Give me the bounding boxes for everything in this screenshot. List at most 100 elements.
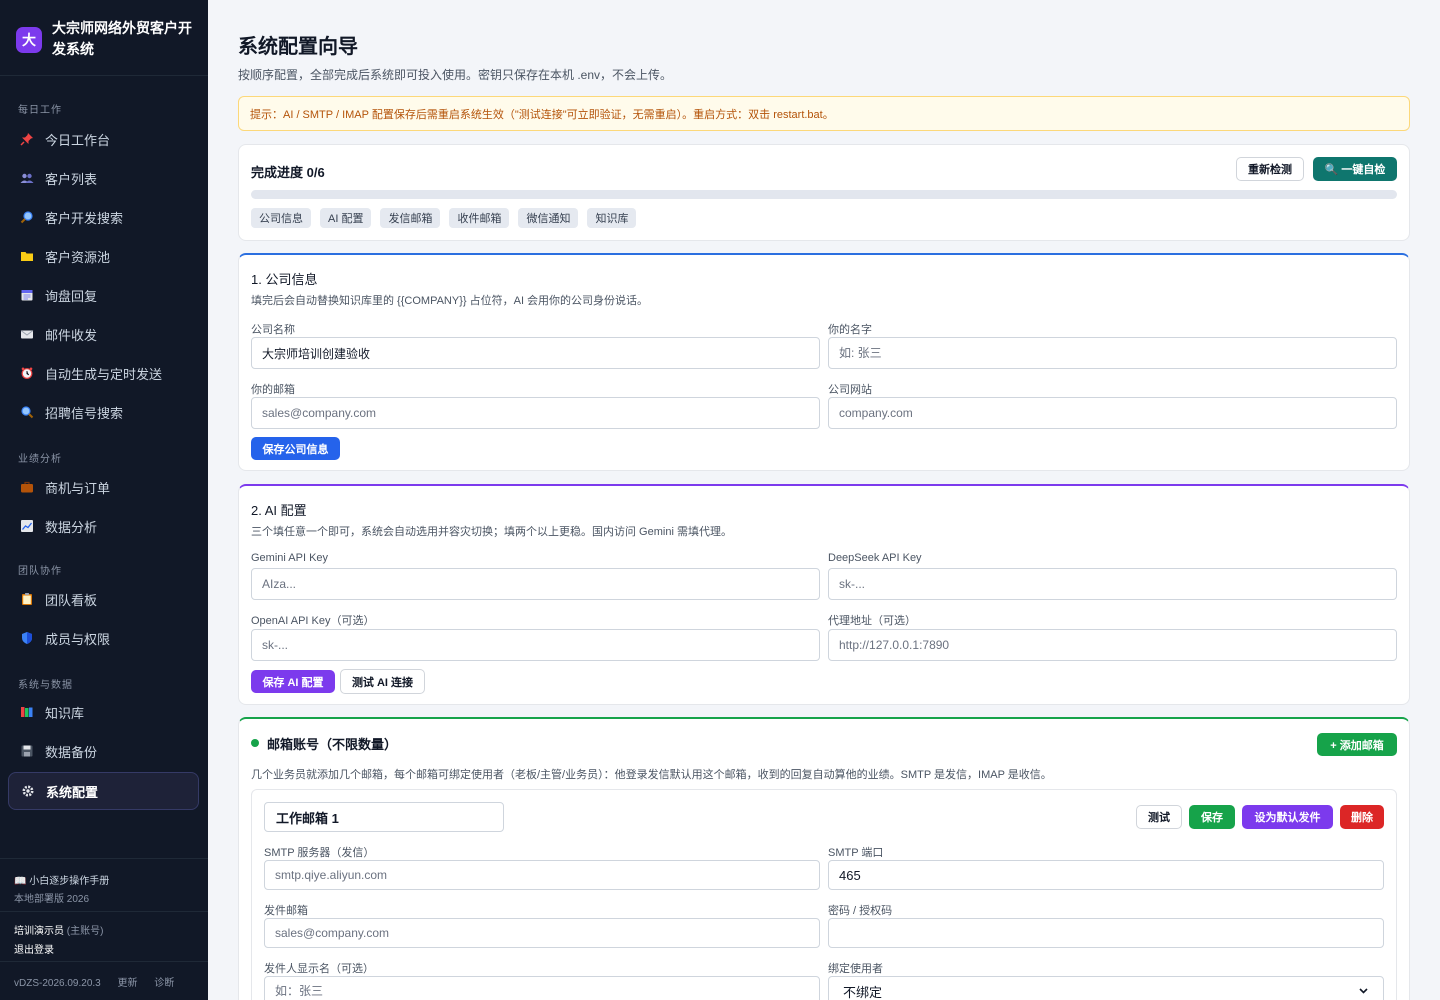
proxy-input[interactable] <box>828 629 1397 661</box>
sidebar-item-label: 团队看板 <box>45 592 98 608</box>
sidebar-item-analytics[interactable]: 数据分析 <box>8 508 199 544</box>
smtp-server-input[interactable] <box>264 860 820 890</box>
user-info: 培训演示员 (主账号) <box>14 922 194 937</box>
section-title: 2. AI 配置 <box>251 503 307 518</box>
main-content: 系统配置向导 按顺序配置，全部完成后系统即可投入使用。密钥只保存在本机 .env… <box>208 0 1440 1000</box>
step-chip-ai: AI 配置 <box>320 208 372 228</box>
sidebar-item-team-board[interactable]: 团队看板 <box>8 581 199 617</box>
progress-bar <box>251 190 1397 199</box>
your-name-label: 你的名字 <box>828 324 872 336</box>
user-role: (主账号) <box>66 926 104 937</box>
manual-link[interactable]: 📖 小白逐步操作手册 <box>14 872 194 887</box>
sidebar-item-label: 数据备份 <box>45 744 98 760</box>
from-email-label: 发件邮箱 <box>264 905 308 917</box>
section-description: 填完后会自动替换知识库里的 {{COMPANY}} 占位符，AI 会用你的公司身… <box>251 295 649 307</box>
version-label: vDZS-2026.09.20.3 <box>14 978 101 989</box>
sidebar-item-dashboard[interactable]: 今日工作台 <box>8 121 199 157</box>
brand: 大 大宗师网络外贸客户开发系统 <box>0 0 208 76</box>
sidebar-item-hiring-signals[interactable]: 招聘信号搜索 <box>8 394 199 430</box>
shield-icon <box>20 631 34 645</box>
sidebar-item-label: 数据分析 <box>45 519 98 535</box>
sidebar-manual-block: 📖 小白逐步操作手册 本地部署版 2026 <box>0 872 208 905</box>
save-ai-button[interactable]: 保存 AI 配置 <box>251 670 335 693</box>
sidebar-item-inquiry-reply[interactable]: 询盘回复 <box>8 277 199 313</box>
bind-user-select[interactable]: 不绑定 <box>828 976 1384 1000</box>
display-name-input[interactable] <box>264 976 820 1000</box>
sidebar-item-settings[interactable]: 系统配置 <box>8 772 199 810</box>
section-description: 几个业务员就添加几个邮箱，每个邮箱可绑定使用者（老板/主管/业务员）：他登录发信… <box>251 769 1052 781</box>
chevron-down-icon <box>1358 984 1369 999</box>
self-check-button[interactable]: 🔍 一键自检 <box>1313 157 1397 181</box>
calendar-icon <box>20 288 34 302</box>
recheck-button[interactable]: 重新检测 <box>1236 157 1304 181</box>
app-title: 大宗师网络外贸客户开发系统 <box>52 20 192 57</box>
sidebar-item-auto-send[interactable]: 自动生成与定时发送 <box>8 355 199 391</box>
test-ai-button[interactable]: 测试 AI 连接 <box>340 669 425 694</box>
tip-text: 提示：AI / SMTP / IMAP 配置保存后需重启系统生效（"测试连接"可… <box>250 108 834 121</box>
section-title: 邮箱账号（不限数量） <box>267 737 398 752</box>
set-default-sender-button[interactable]: 设为默认发件 <box>1242 805 1333 829</box>
company-info-card: 1. 公司信息 填完后会自动替换知识库里的 {{COMPANY}} 占位符，AI… <box>238 253 1410 471</box>
your-email-label: 你的邮箱 <box>251 384 295 396</box>
diagnose-link[interactable]: 诊断 <box>154 978 174 989</box>
save-company-button[interactable]: 保存公司信息 <box>251 437 340 460</box>
nav-group-title-daily: 每日工作 <box>18 105 62 116</box>
your-email-input[interactable] <box>251 397 820 429</box>
sidebar-item-label: 客户开发搜索 <box>45 210 124 226</box>
bind-user-value: 不绑定 <box>843 984 883 1000</box>
website-input[interactable] <box>828 397 1397 429</box>
sidebar-item-prospecting[interactable]: 客户开发搜索 <box>8 199 199 235</box>
sidebar-item-customers[interactable]: 客户列表 <box>8 160 199 196</box>
sidebar-item-deals[interactable]: 商机与订单 <box>8 469 199 505</box>
your-name-input[interactable] <box>828 337 1397 369</box>
smtp-server-label: SMTP 服务器（发信） <box>264 847 375 859</box>
floppy-disk-icon <box>20 744 34 758</box>
from-email-input[interactable] <box>264 918 820 948</box>
sidebar-item-members[interactable]: 成员与权限 <box>8 620 199 656</box>
logout-link[interactable]: 退出登录 <box>14 941 194 956</box>
alarm-clock-icon <box>20 366 34 380</box>
page-subtitle: 按顺序配置，全部完成后系统即可投入使用。密钥只保存在本机 .env，不会上传。 <box>238 68 673 82</box>
step-chip-imap: 收件邮箱 <box>449 208 510 228</box>
step-chip-company: 公司信息 <box>251 208 311 228</box>
proxy-label: 代理地址（可选） <box>828 615 916 627</box>
save-mailbox-button[interactable]: 保存 <box>1189 805 1235 829</box>
password-input[interactable] <box>828 918 1384 948</box>
status-dot-icon <box>251 739 259 747</box>
envelope-icon <box>20 327 34 341</box>
sidebar-divider <box>0 911 208 912</box>
sidebar-item-label: 客户资源池 <box>45 249 111 265</box>
users-icon <box>20 171 34 185</box>
openai-key-label: OpenAI API Key（可选） <box>251 615 375 627</box>
website-label: 公司网站 <box>828 384 872 396</box>
sidebar-item-label: 成员与权限 <box>45 631 111 647</box>
sidebar-item-label: 招聘信号搜索 <box>45 405 124 421</box>
ai-config-card: 2. AI 配置 三个填任意一个即可，系统会自动选用并容灾切换；填两个以上更稳。… <box>238 484 1410 705</box>
step-chip-smtp: 发信邮箱 <box>380 208 441 228</box>
sidebar-item-label: 知识库 <box>45 705 85 721</box>
sidebar-item-label: 客户列表 <box>45 171 98 187</box>
gemini-key-label: Gemini API Key <box>251 552 329 564</box>
test-mailbox-button[interactable]: 测试 <box>1136 805 1182 829</box>
delete-mailbox-button[interactable]: 删除 <box>1340 805 1384 829</box>
account-name-input[interactable] <box>264 802 504 832</box>
company-name-input[interactable] <box>251 337 820 369</box>
books-icon <box>20 705 34 719</box>
clipboard-icon <box>20 592 34 606</box>
sidebar-item-knowledge[interactable]: 知识库 <box>8 694 199 730</box>
deepseek-key-input[interactable] <box>828 568 1397 600</box>
openai-key-input[interactable] <box>251 629 820 661</box>
gemini-key-input[interactable] <box>251 568 820 600</box>
add-mailbox-button[interactable]: + 添加邮箱 <box>1317 733 1397 756</box>
magnifier-icon <box>20 405 34 419</box>
company-name-label: 公司名称 <box>251 324 295 336</box>
page-title: 系统配置向导 <box>238 36 358 58</box>
display-name-label: 发件人显示名（可选） <box>264 963 374 975</box>
step-chip-knowledge: 知识库 <box>587 208 637 228</box>
sidebar-item-resource-pool[interactable]: 客户资源池 <box>8 238 199 274</box>
smtp-port-input[interactable] <box>828 860 1384 890</box>
version-row: vDZS-2026.09.20.3 更新 诊断 <box>14 974 188 989</box>
sidebar-item-backup[interactable]: 数据备份 <box>8 733 199 769</box>
update-link[interactable]: 更新 <box>118 978 138 989</box>
sidebar-item-mail[interactable]: 邮件收发 <box>8 316 199 352</box>
